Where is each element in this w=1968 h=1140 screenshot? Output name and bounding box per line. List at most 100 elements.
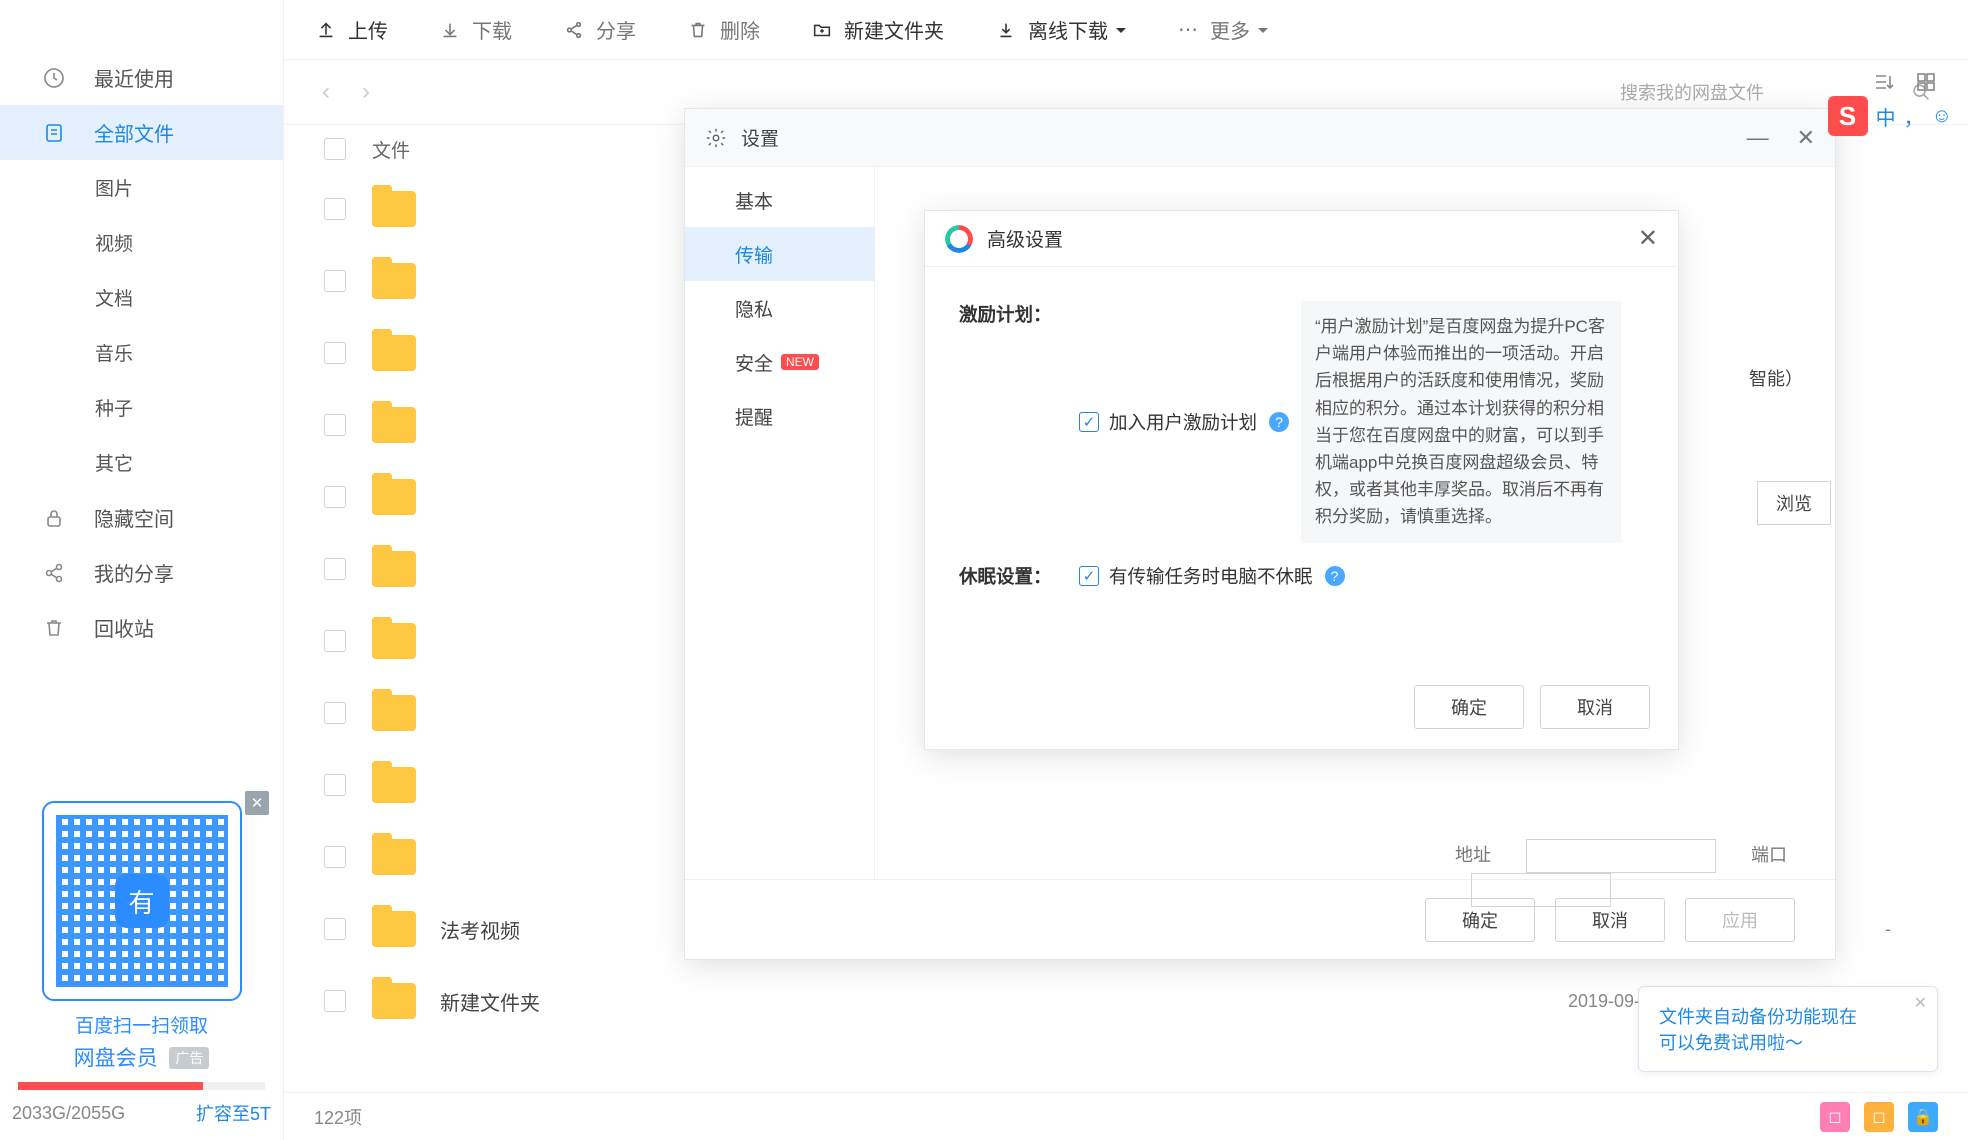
peek-smart: 智能） [1749, 365, 1803, 391]
ad-badge: 广告 [169, 1047, 209, 1069]
promo-text1: 百度扫一扫领取 [20, 1011, 263, 1038]
sidebar-item-trash[interactable]: 回收站 [0, 600, 283, 655]
sidebar-item-allfiles[interactable]: 全部文件 [0, 105, 283, 160]
folder-icon [372, 479, 416, 515]
storage-bar [18, 1082, 265, 1090]
promo-close[interactable]: ✕ [245, 791, 269, 815]
ime-face-icon[interactable]: ☺ [1932, 105, 1952, 128]
files-icon [40, 119, 68, 147]
sidebar-item-images[interactable]: 图片 [0, 160, 283, 215]
row-checkbox[interactable] [324, 414, 346, 436]
sidebar-item-music[interactable]: 音乐 [0, 325, 283, 380]
share-icon [40, 559, 68, 587]
delete-button[interactable]: 删除 [686, 15, 760, 44]
info-icon[interactable]: ? [1269, 412, 1289, 432]
row-checkbox[interactable] [324, 198, 346, 220]
share-button[interactable]: 分享 [562, 15, 636, 44]
ime-comma[interactable]: ， [1904, 102, 1924, 131]
row-checkbox[interactable] [324, 846, 346, 868]
select-all-checkbox[interactable] [324, 138, 346, 160]
nav-forward[interactable]: › [346, 72, 386, 112]
settings-title-label: 设置 [741, 124, 779, 151]
sidebar-item-torrent[interactable]: 种子 [0, 380, 283, 435]
sidebar-item-other[interactable]: 其它 [0, 435, 283, 490]
footer-icons: ◻ ◻ 🔒 [1820, 1102, 1938, 1132]
item-count: 122项 [314, 1104, 362, 1130]
trash-icon [40, 614, 68, 642]
tab-security[interactable]: 安全NEW [685, 335, 874, 389]
row-checkbox[interactable] [324, 270, 346, 292]
adv-text2: 有传输任务时电脑不休眠 [1109, 563, 1313, 589]
footer-icon-2[interactable]: ◻ [1864, 1102, 1894, 1132]
toast: ✕ 文件夹自动备份功能现在 可以免费试用啦～ [1638, 986, 1938, 1072]
advanced-cancel[interactable]: 取消 [1540, 685, 1650, 729]
row-checkbox[interactable] [324, 918, 346, 940]
folder-icon [372, 695, 416, 731]
header-name: 文件 [372, 136, 410, 163]
settings-tabs: 基本 传输 隐私 安全NEW 提醒 [685, 167, 875, 879]
offline-button[interactable]: 离线下载 [994, 15, 1126, 44]
advanced-close[interactable]: ✕ [1638, 224, 1658, 253]
adv-text1: 加入用户激励计划 [1109, 409, 1257, 435]
file-name: 新建文件夹 [440, 987, 540, 1016]
footer: 122项 ◻ ◻ 🔒 [284, 1092, 1968, 1140]
ime-zhong[interactable]: 中 [1876, 102, 1896, 131]
download-icon [438, 18, 462, 42]
footer-icon-3[interactable]: 🔒 [1908, 1102, 1938, 1132]
peek-browse[interactable]: 浏览 [1757, 481, 1831, 525]
download-button[interactable]: 下载 [438, 15, 512, 44]
row-checkbox[interactable] [324, 558, 346, 580]
settings-minimize[interactable]: — [1747, 125, 1769, 151]
settings-close[interactable]: ✕ [1797, 125, 1815, 151]
sidebar-item-hidden[interactable]: 隐藏空间 [0, 490, 283, 545]
info-icon[interactable]: ? [1325, 566, 1345, 586]
adv-label1: 激励计划： [959, 301, 1079, 543]
adv-row-sleep: 休眠设置： 有传输任务时电脑不休眠 ? [959, 563, 1644, 589]
row-checkbox[interactable] [324, 774, 346, 796]
gear-icon [705, 127, 727, 149]
more-icon: ⋯ [1176, 18, 1200, 42]
folder-icon [372, 335, 416, 371]
advanced-dialog: 高级设置 ✕ 激励计划： 加入用户激励计划 ? “用户激励计划”是百度网盘为提升… [924, 210, 1679, 750]
newfolder-button[interactable]: 新建文件夹 [810, 15, 944, 44]
newfolder-icon [810, 18, 834, 42]
toast-close[interactable]: ✕ [1914, 993, 1927, 1013]
sidebar-label: 全部文件 [94, 118, 174, 147]
row-checkbox[interactable] [324, 486, 346, 508]
advanced-footer: 确定 取消 [1414, 685, 1650, 729]
nav-back[interactable]: ‹ [306, 72, 346, 112]
advanced-ok[interactable]: 确定 [1414, 685, 1524, 729]
expand-link[interactable]: 扩容至5T [196, 1100, 271, 1126]
file-size: - [1848, 919, 1928, 940]
sidebar-footer: 2033G/2055G 扩容至5T [0, 1090, 283, 1140]
toast-line2: 可以免费试用啦～ [1659, 1029, 1917, 1055]
adv-checkbox1[interactable] [1079, 412, 1099, 432]
lock-icon [40, 504, 68, 532]
row-checkbox[interactable] [324, 990, 346, 1012]
promo-text2: 网盘会员 广告 [20, 1042, 263, 1072]
peek-addr: 地址 端口 [1455, 839, 1835, 907]
sidebar-item-share[interactable]: 我的分享 [0, 545, 283, 600]
qr-code[interactable] [42, 801, 242, 1001]
promo: ✕ 百度扫一扫领取 网盘会员 广告 [0, 787, 283, 1082]
folder-icon [372, 407, 416, 443]
sidebar-item-docs[interactable]: 文档 [0, 270, 283, 325]
sidebar-item-recent[interactable]: 最近使用 [0, 50, 283, 105]
ime-sogou-icon[interactable]: S [1828, 96, 1868, 136]
storage-text: 2033G/2055G [12, 1103, 125, 1124]
adv-checkbox2[interactable] [1079, 566, 1099, 586]
tab-privacy[interactable]: 隐私 [685, 281, 874, 335]
sidebar-item-video[interactable]: 视频 [0, 215, 283, 270]
upload-button[interactable]: 上传 [314, 15, 388, 44]
footer-icon-1[interactable]: ◻ [1820, 1102, 1850, 1132]
folder-icon [372, 623, 416, 659]
row-checkbox[interactable] [324, 342, 346, 364]
tab-transfer[interactable]: 传输 [685, 227, 874, 281]
adv-tooltip: “用户激励计划”是百度网盘为提升PC客户端用户体验而推出的一项活动。开启后根据用… [1301, 301, 1621, 543]
row-checkbox[interactable] [324, 702, 346, 724]
toast-line1: 文件夹自动备份功能现在 [1659, 1003, 1917, 1029]
tab-remind[interactable]: 提醒 [685, 389, 874, 443]
row-checkbox[interactable] [324, 630, 346, 652]
tab-basic[interactable]: 基本 [685, 173, 874, 227]
more-button[interactable]: ⋯ 更多 [1176, 15, 1268, 44]
